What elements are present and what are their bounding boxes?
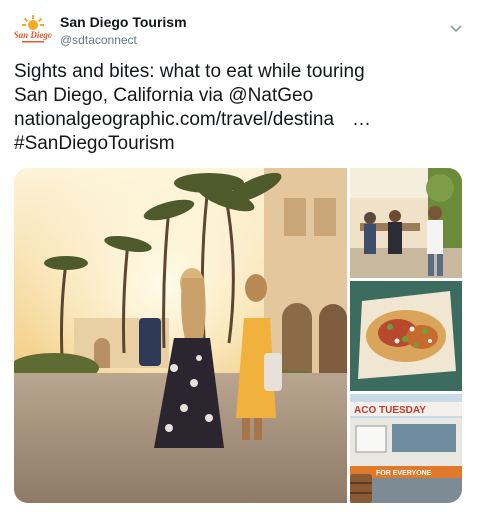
media-grid: ACO TUESDAY FOR EVERYONE xyxy=(14,168,462,503)
sun-logo-icon: San Diego xyxy=(14,12,52,50)
link-ellipsis: … xyxy=(352,109,372,130)
tweet-line: San Diego, California via @NatGeo xyxy=(14,85,314,106)
svg-text:San Diego: San Diego xyxy=(14,30,52,40)
hashtag-link[interactable]: #SanDiegoTourism xyxy=(14,132,464,156)
tweet-text: Sights and bites: what to eat while tour… xyxy=(14,60,464,156)
user-handle[interactable]: @sdtaconnect xyxy=(60,33,137,47)
sign-text: ACO TUESDAY xyxy=(354,405,426,416)
photo-tacos[interactable] xyxy=(350,281,462,391)
display-name[interactable]: San Diego Tourism xyxy=(60,14,187,30)
avatar[interactable]: San Diego xyxy=(14,12,52,50)
tweet-link[interactable]: nationalgeographic.com/travel/destina xyxy=(14,108,334,132)
photo-two-women-courtyard[interactable] xyxy=(14,168,347,503)
photo-restaurant-interior[interactable] xyxy=(350,168,462,278)
tweet-line: Sights and bites: what to eat while tour… xyxy=(14,61,365,82)
truck-text: FOR EVERYONE xyxy=(376,470,432,477)
chevron-down-icon[interactable] xyxy=(448,20,464,36)
photo-taco-truck[interactable]: ACO TUESDAY FOR EVERYONE xyxy=(350,394,462,503)
tweet-link-line: nationalgeographic.com/travel/destina … xyxy=(14,108,464,132)
tweet-header: San Diego San Diego Tourism @sdtaconnect xyxy=(14,10,464,50)
